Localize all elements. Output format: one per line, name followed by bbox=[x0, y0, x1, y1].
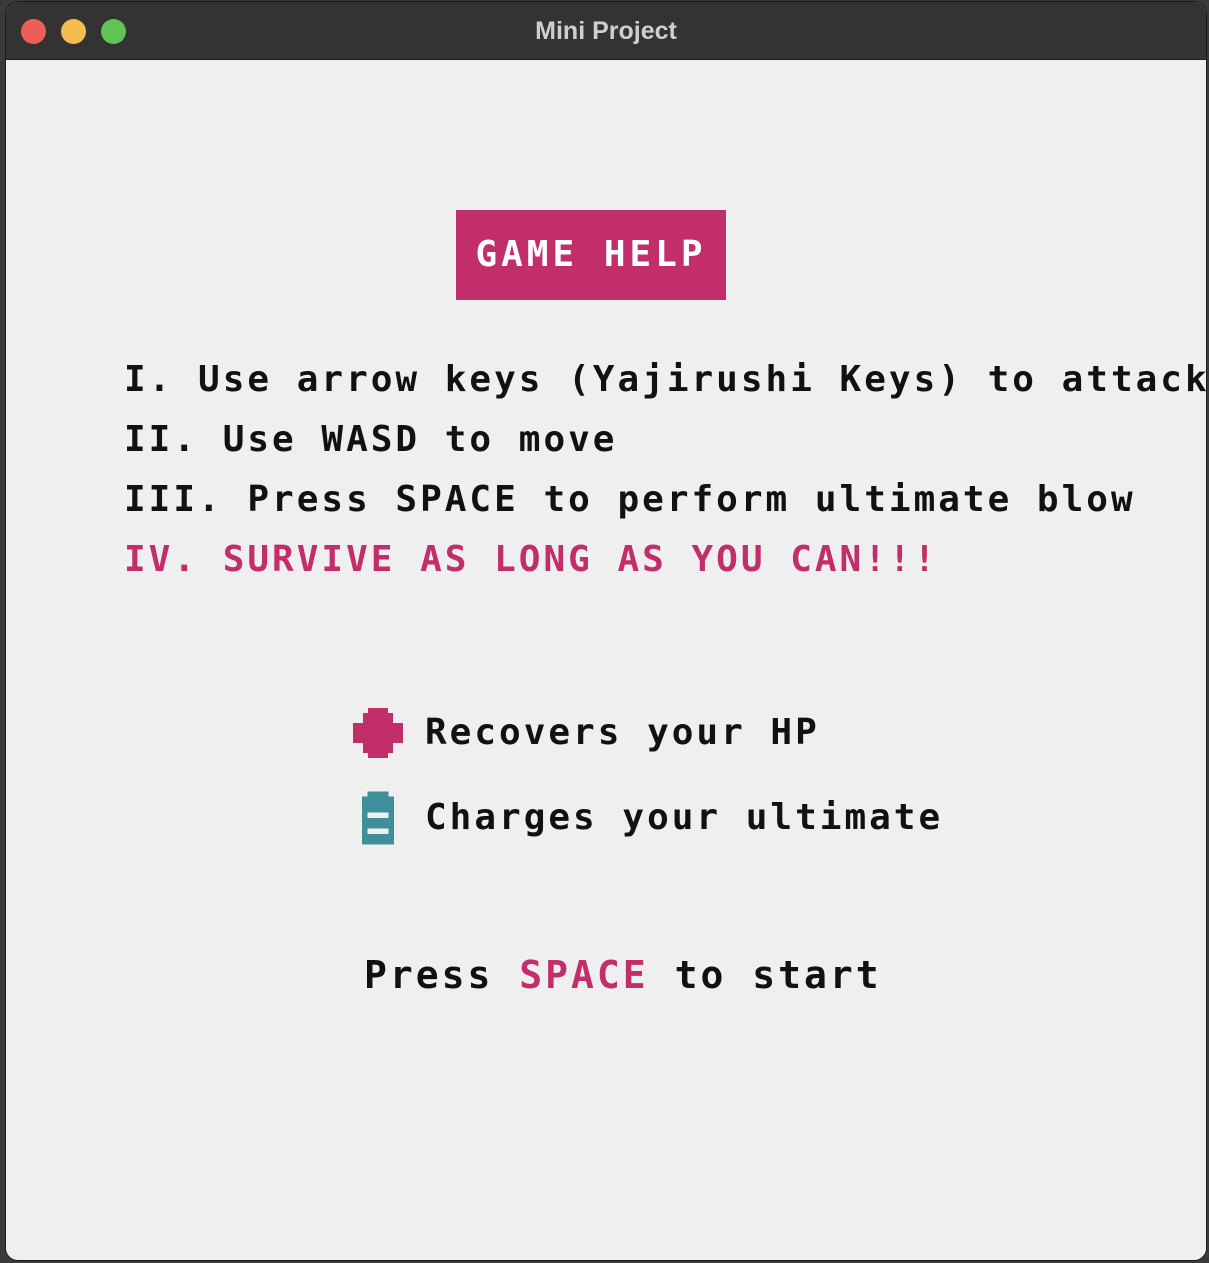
health-cross-icon bbox=[351, 703, 405, 763]
item-legend: Recovers your HP Charges your ultimate bbox=[351, 690, 943, 860]
start-prompt: Press SPACE to start bbox=[364, 945, 882, 1005]
rule-attack: I. Use arrow keys (Yajirushi Keys) to at… bbox=[124, 359, 1206, 400]
rules-list: I. Use arrow keys (Yajirushi Keys) to at… bbox=[124, 350, 1206, 590]
app-window: Mini Project GAME HELP I. Use arrow keys… bbox=[6, 2, 1206, 1260]
legend-item-health: Recovers your HP bbox=[351, 690, 943, 775]
window-title: Mini Project bbox=[535, 17, 677, 45]
legend-item-battery: Charges your ultimate bbox=[351, 775, 943, 860]
legend-label-battery: Charges your ultimate bbox=[425, 796, 944, 838]
game-help-title: GAME HELP bbox=[456, 210, 726, 300]
rule-survive: IV. SURVIVE AS LONG AS YOU CAN!!! bbox=[124, 539, 939, 580]
start-prompt-prefix: Press bbox=[364, 953, 494, 997]
rule-ultimate: III. Press SPACE to perform ultimate blo… bbox=[124, 479, 1136, 520]
battery-icon bbox=[351, 788, 405, 848]
title-bar[interactable]: Mini Project bbox=[6, 2, 1206, 60]
start-prompt-key: SPACE bbox=[519, 953, 649, 997]
rule-move: II. Use WASD to move bbox=[124, 419, 618, 460]
game-help-screen: GAME HELP I. Use arrow keys (Yajirushi K… bbox=[6, 60, 1206, 1260]
start-prompt-suffix: to start bbox=[674, 953, 882, 997]
legend-label-health: Recovers your HP bbox=[425, 711, 820, 753]
